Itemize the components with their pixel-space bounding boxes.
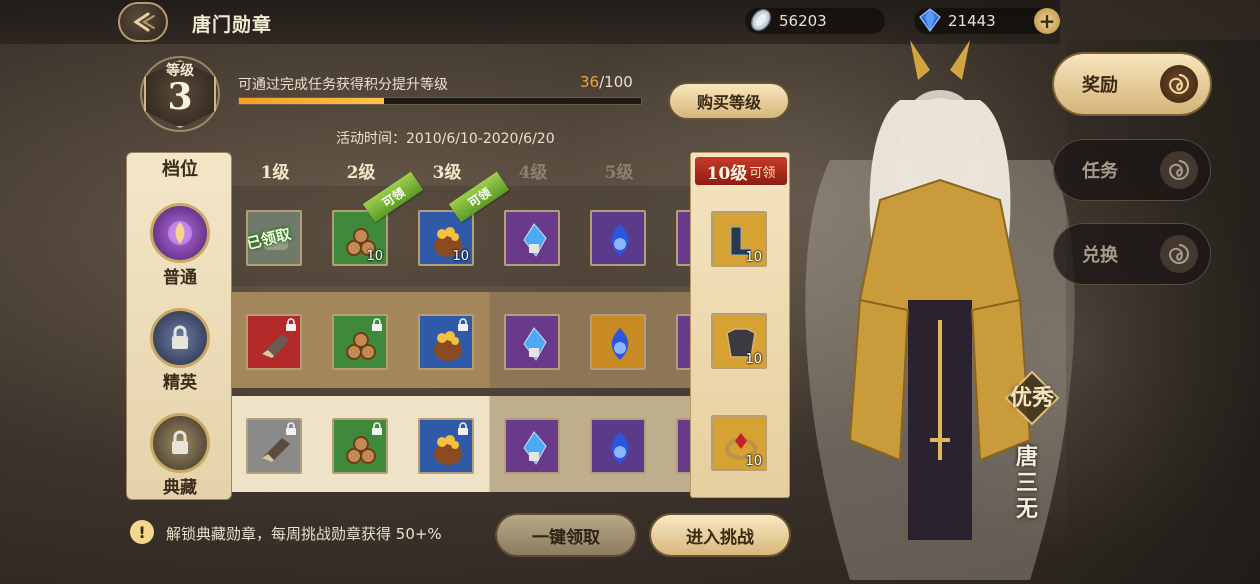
side-panel xyxy=(1066,40,1260,584)
col-level-3: 3级 xyxy=(432,163,462,183)
diamond-amount: 21443 xyxy=(948,12,996,30)
blue-flame-icon xyxy=(611,432,629,464)
diamond-currency: 21443 + xyxy=(914,8,1060,34)
crystal-icon xyxy=(523,327,547,361)
progress-current: 36 xyxy=(580,73,600,91)
back-button[interactable] xyxy=(118,2,168,42)
tier-normal[interactable]: 普通 xyxy=(127,203,233,303)
reward-collection-lv5[interactable] xyxy=(590,418,646,474)
tab-tasks[interactable]: 任务 xyxy=(1054,140,1210,200)
tab-exchange-label: 兑换 xyxy=(1082,245,1118,266)
item-quantity: 10 xyxy=(745,250,762,265)
tab-exchange[interactable]: 兑换 xyxy=(1054,224,1210,284)
item-quantity: 10 xyxy=(745,352,762,367)
special-claimable-tag: 可领 xyxy=(749,165,776,181)
reward-normal-lv5[interactable] xyxy=(590,210,646,266)
swirl-icon xyxy=(1160,235,1198,273)
page-title: 唐门勋章 xyxy=(192,14,273,36)
character-name: 唐三无 xyxy=(1015,444,1038,522)
crystal-icon xyxy=(523,223,547,257)
reward-collection-lv1[interactable] xyxy=(246,418,302,474)
reward-special-ring[interactable]: 10 xyxy=(711,415,767,471)
reward-elite-lv4[interactable] xyxy=(504,314,560,370)
tier-collection-label: 典藏 xyxy=(163,478,197,498)
elite-emblem-lock-icon xyxy=(150,308,210,368)
silver-currency: 56203 xyxy=(745,8,885,34)
progress-bar xyxy=(238,97,642,105)
col-level-5: 5级 xyxy=(604,163,634,183)
tier-normal-label: 普通 xyxy=(163,268,197,288)
blue-flame-icon xyxy=(611,224,629,256)
purple-orb-icon xyxy=(150,203,210,263)
lock-icon xyxy=(286,422,296,435)
reward-special-boots[interactable]: 10 xyxy=(711,211,767,267)
level-value: 3 xyxy=(167,76,193,118)
character-rank: 优秀 xyxy=(1009,385,1054,411)
reward-elite-lv2[interactable] xyxy=(332,314,388,370)
tier-column: 档位 普通 精英 典藏 xyxy=(126,152,232,500)
reward-special-armor[interactable]: 10 xyxy=(711,313,767,369)
reward-normal-lv4[interactable] xyxy=(504,210,560,266)
tier-header: 档位 xyxy=(162,159,198,180)
info-exclamation-icon: ! xyxy=(130,520,154,544)
item-quantity: 10 xyxy=(452,249,469,264)
silver-coin-icon xyxy=(751,9,771,31)
special-reward-column: 10级 可领 10 10 10 xyxy=(690,152,790,498)
progress-count: 36/100 xyxy=(580,73,633,91)
tier-collection[interactable]: 典藏 xyxy=(127,413,233,513)
unlock-tip: 解锁典藏勋章，每周挑战勋章获得 50+% xyxy=(166,525,442,543)
item-quantity: 10 xyxy=(745,454,762,469)
tier-elite[interactable]: 精英 xyxy=(127,308,233,408)
back-arrow-icon xyxy=(133,12,155,32)
silver-amount: 56203 xyxy=(779,12,827,30)
lock-icon xyxy=(458,422,468,435)
lock-icon xyxy=(372,422,382,435)
collection-emblem-lock-icon xyxy=(150,413,210,473)
claim-all-button[interactable]: 一键领取 xyxy=(497,515,635,555)
blue-flame-icon xyxy=(611,328,629,360)
special-level-label: 10级 xyxy=(706,163,748,184)
lock-icon xyxy=(372,318,382,331)
add-diamond-button[interactable]: + xyxy=(1034,8,1060,34)
tier-elite-label: 精英 xyxy=(163,373,197,393)
reward-elite-lv5[interactable] xyxy=(590,314,646,370)
reward-grid: 1级 2级 3级 4级 5级 已领取 10 可领 10 可领 xyxy=(232,152,692,500)
reward-collection-lv2[interactable] xyxy=(332,418,388,474)
reward-collection-lv3[interactable] xyxy=(418,418,474,474)
activity-time: 活动时间：2010/6/10-2020/6/20 xyxy=(336,131,555,147)
lock-icon xyxy=(458,318,468,331)
tab-rewards-label: 奖励 xyxy=(1082,75,1118,96)
special-level-header: 10级 可领 xyxy=(695,157,787,185)
crystal-icon xyxy=(523,431,547,465)
col-level-2: 2级 xyxy=(346,163,376,183)
buy-level-button[interactable]: 购买等级 xyxy=(670,84,788,118)
level-badge: 等级 3 xyxy=(134,54,226,134)
reward-normal-lv1[interactable]: 已领取 xyxy=(246,210,302,266)
reward-elite-lv1[interactable] xyxy=(246,314,302,370)
swirl-icon xyxy=(1160,65,1198,103)
level-hint: 可通过完成任务获得积分提升等级 xyxy=(238,77,448,93)
reward-elite-lv3[interactable] xyxy=(418,314,474,370)
tab-rewards[interactable]: 奖励 xyxy=(1054,54,1210,114)
character-portrait xyxy=(805,40,1075,580)
tab-tasks-label: 任务 xyxy=(1082,161,1118,182)
swirl-icon xyxy=(1160,151,1198,189)
blue-diamond-icon xyxy=(919,8,941,33)
reward-collection-lv4[interactable] xyxy=(504,418,560,474)
lock-icon xyxy=(286,318,296,331)
character-rank-badge: 优秀 xyxy=(1004,370,1060,426)
col-level-4: 4级 xyxy=(518,163,548,183)
enter-challenge-button[interactable]: 进入挑战 xyxy=(651,515,789,555)
item-quantity: 10 xyxy=(366,249,383,264)
progress-total: /100 xyxy=(599,73,633,91)
col-level-1: 1级 xyxy=(260,163,290,183)
progress-fill xyxy=(239,98,384,104)
